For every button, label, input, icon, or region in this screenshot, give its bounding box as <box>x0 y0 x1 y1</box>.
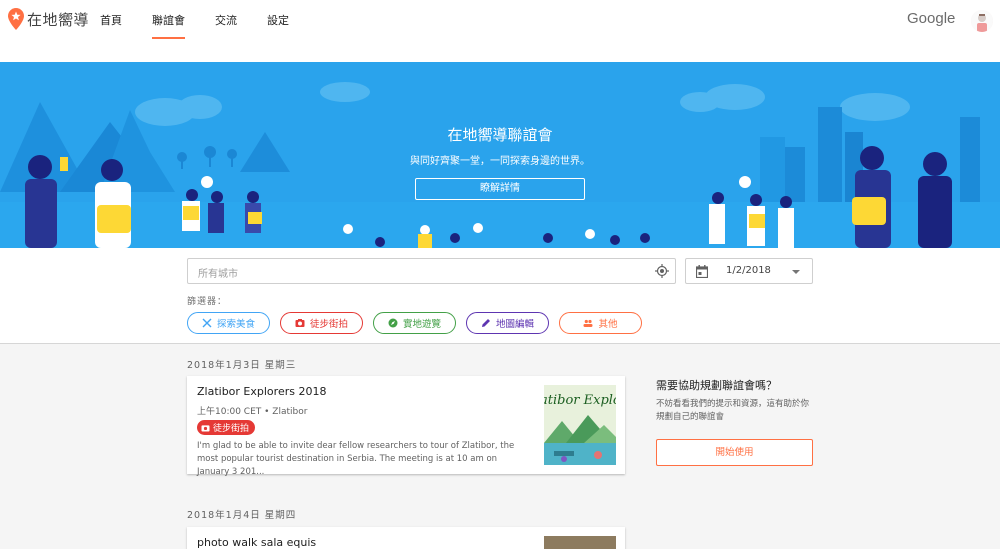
selected-date: 1/2/2018 <box>726 265 771 276</box>
local-guides-pin-icon <box>8 8 24 30</box>
food-icon <box>202 318 212 328</box>
nav-settings[interactable]: 設定 <box>252 0 304 42</box>
filter-chip-label: 地圖編輯 <box>495 319 534 330</box>
filter-chip-label: 徒步街拍 <box>309 319 348 330</box>
event-category-label: 徒步街拍 <box>213 424 250 434</box>
pencil-icon <box>481 319 490 327</box>
event-category-badge: 徒步街拍 <box>197 420 256 435</box>
calendar-icon <box>696 265 708 278</box>
event-thumbnail[interactable]: atibor Explo <box>544 385 616 465</box>
google-logo: Google <box>907 10 956 27</box>
my-location-icon[interactable] <box>655 264 669 278</box>
camera-icon <box>201 424 210 432</box>
event-card[interactable]: photo walk sala equis <box>187 527 625 549</box>
top-app-bar: 在地嚮導 首頁 聯誼會 交流 設定 Google <box>0 0 1000 62</box>
nav-connect[interactable]: 交流 <box>200 0 252 42</box>
main-nav: 首頁 聯誼會 交流 設定 <box>100 0 304 42</box>
hero-title: 在地嚮導聯誼會 <box>447 126 553 144</box>
filter-chip-map-editing[interactable]: 地圖編輯 <box>466 312 549 334</box>
user-avatar-icon <box>971 10 993 32</box>
city-search-input[interactable]: 所有城市 <box>187 258 676 284</box>
event-time-location: 上午10:00 CET • Zlatibor <box>197 407 308 417</box>
filter-chips: 探索美食 徒步街拍 實地遊覽 地圖編輯 其他 <box>187 312 642 334</box>
hero-subtitle: 與同好齊聚一堂，一同探索身邊的世界。 <box>410 156 590 167</box>
app-name: 在地嚮導 <box>27 10 90 29</box>
group-icon <box>583 319 593 327</box>
filter-chip-label: 實地遊覽 <box>402 319 441 330</box>
nav-meetups[interactable]: 聯誼會 <box>137 0 200 42</box>
filters-label: 篩選器： <box>187 297 228 307</box>
filter-chip-other[interactable]: 其他 <box>559 312 642 334</box>
date-heading: 2018年1月4日 星期四 <box>187 510 297 521</box>
get-started-button[interactable]: 開始使用 <box>656 439 813 466</box>
filter-chip-field-trip[interactable]: 實地遊覽 <box>373 312 456 334</box>
help-title: 需要協助規劃聯誼會嗎？ <box>656 379 777 392</box>
event-thumbnail-text: atibor Explo <box>544 393 616 408</box>
filter-chip-label: 探索美食 <box>216 319 255 330</box>
city-search-placeholder: 所有城市 <box>198 269 238 280</box>
hero-banner: 在地嚮導聯誼會 與同好齊聚一堂，一同探索身邊的世界。 瞭解詳情 <box>0 62 1000 248</box>
event-thumbnail[interactable] <box>544 536 616 549</box>
camera-icon <box>295 319 305 327</box>
filter-chip-label: 其他 <box>598 319 618 330</box>
date-heading: 2018年1月3日 星期三 <box>187 360 297 371</box>
chevron-down-icon <box>792 270 800 274</box>
app-logo[interactable]: 在地嚮導 <box>8 8 89 30</box>
nav-home[interactable]: 首頁 <box>100 0 137 42</box>
help-text: 不妨看看我們的提示和資源，這有助於你規劃自己的聯誼會 <box>656 399 810 422</box>
filter-chip-food[interactable]: 探索美食 <box>187 312 270 334</box>
event-title[interactable]: Zlatibor Explorers 2018 <box>197 385 326 398</box>
event-card[interactable]: Zlatibor Explorers 2018 上午10:00 CET • Zl… <box>187 376 625 477</box>
event-title[interactable]: photo walk sala equis <box>197 536 316 549</box>
filter-area: 所有城市 1/2/2018 篩選器： 探索美食 徒步街拍 實地遊覽 地圖編輯 其… <box>0 248 1000 344</box>
date-picker[interactable]: 1/2/2018 <box>685 258 813 284</box>
event-description: I'm glad to be able to invite dear fello… <box>197 441 515 477</box>
compass-icon <box>388 318 398 328</box>
avatar[interactable] <box>971 10 993 32</box>
learn-more-button[interactable]: 瞭解詳情 <box>415 178 585 200</box>
filter-chip-photo-walk[interactable]: 徒步街拍 <box>280 312 363 334</box>
